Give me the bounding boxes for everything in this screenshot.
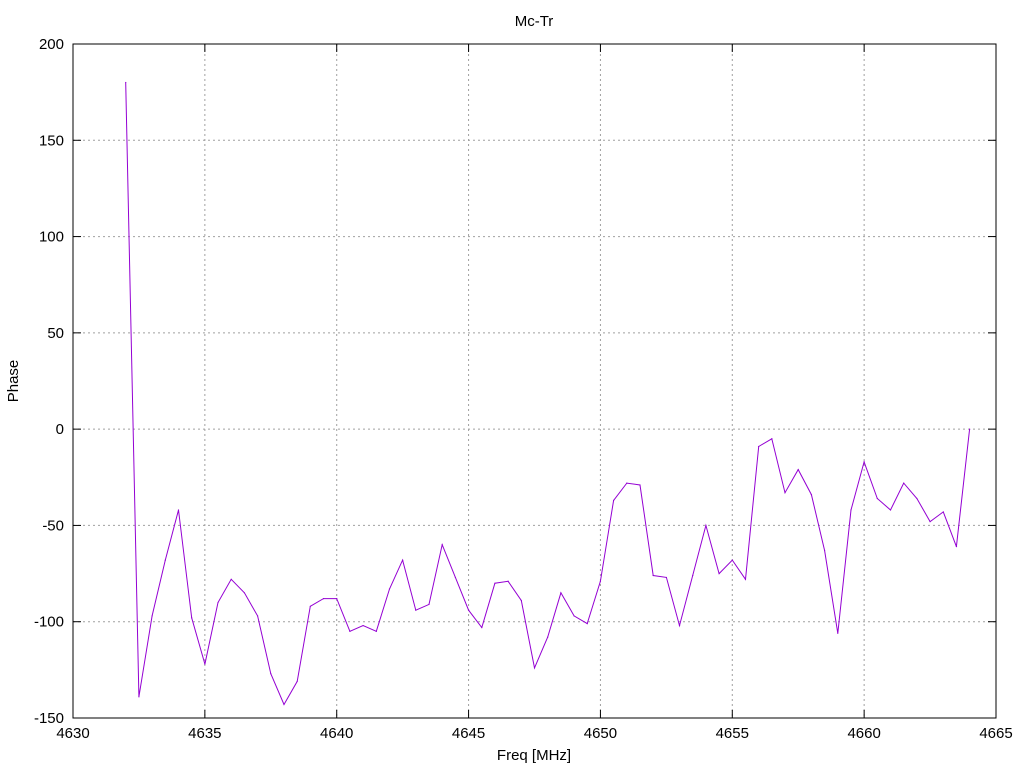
phase-data-point: [599, 580, 602, 582]
phase-data-point: [758, 445, 760, 448]
phase-data-point: [837, 632, 839, 634]
phase-data-point: [243, 592, 246, 594]
phase-data-point: [520, 599, 522, 602]
axis-ticks: 4630 4635 4640 4645 4650 4655 4660 4665 -150 -100…: [34, 36, 1013, 742]
phase-data-point: [388, 588, 391, 590]
phase-data-point: [863, 461, 865, 463]
x-tick-label: 4640: [320, 725, 353, 742]
phase-data-point: [692, 574, 694, 577]
phase-data-point: [481, 626, 483, 629]
y-tick-label: 50: [47, 325, 64, 342]
phase-data-point: [876, 497, 878, 500]
phase-data-point: [191, 617, 193, 619]
chart-title: Mc-Tr: [515, 13, 554, 30]
x-tick-label: 4665: [979, 725, 1012, 742]
phase-data-point: [402, 559, 404, 561]
phase-line-chart: 4630 4635 4640 4645 4650 4655 4660 4665 -150 -100…: [5, 13, 1013, 764]
phase-data-point: [533, 667, 536, 669]
phase-data-point: [257, 615, 259, 617]
phase-data-point: [467, 609, 470, 611]
phase-data-point: [164, 559, 166, 561]
phase-data-point: [454, 576, 456, 579]
phase-data-point: [362, 624, 364, 627]
y-tick-label: -50: [42, 517, 64, 534]
y-tick-label: -100: [34, 614, 64, 631]
phase-data-point: [903, 482, 905, 484]
phase-data-point: [955, 546, 958, 548]
phase-data-point: [428, 603, 430, 605]
y-tick-label: 0: [56, 421, 64, 438]
y-tick-label: 200: [39, 36, 64, 53]
phase-data-point: [494, 582, 496, 584]
plot-frame: [72, 43, 997, 719]
phase-data-point: [283, 703, 285, 706]
phase-data-point: [296, 680, 298, 683]
phase-series-line: [125, 82, 971, 706]
y-tick-label: -150: [34, 710, 64, 727]
phase-data-point: [573, 615, 575, 617]
phase-data-point: [718, 572, 720, 575]
phase-data-point: [322, 598, 325, 600]
phase-data-point: [586, 623, 588, 625]
x-tick-label: 4635: [188, 725, 221, 742]
phase-data-point: [823, 549, 826, 552]
phase-data-point: [217, 601, 219, 604]
phase-data-point: [705, 524, 707, 527]
phase-data-point: [204, 663, 206, 665]
phase-data-point: [810, 494, 813, 496]
y-tick-label: 150: [39, 132, 64, 149]
phase-data-point: [731, 559, 733, 561]
phase-data-point: [942, 511, 944, 513]
y-tick-label: 100: [39, 229, 64, 246]
phase-data-point: [626, 482, 628, 484]
phase-data-point: [125, 81, 127, 84]
phase-data-point: [375, 630, 377, 632]
phase-data-point: [639, 484, 641, 486]
phase-data-point: [507, 580, 509, 582]
phase-data-point: [771, 438, 773, 440]
phase-data-point: [138, 696, 140, 698]
grid-lines: [73, 44, 996, 718]
phase-data-point: [441, 544, 443, 546]
phase-data-point: [678, 624, 681, 627]
x-tick-label: 4655: [716, 725, 749, 742]
phase-data-point: [547, 636, 549, 638]
phase-data-point: [336, 598, 338, 600]
phase-data-point: [889, 509, 892, 511]
x-tick-label: 4650: [584, 725, 617, 742]
phase-data-point: [613, 499, 615, 501]
x-axis-label: Freq [MHz]: [497, 747, 571, 764]
series-layer: [125, 81, 971, 706]
phase-data-point: [916, 497, 918, 500]
phase-data-point: [744, 578, 747, 580]
phase-data-point: [560, 592, 562, 594]
phase-data-point: [850, 509, 852, 511]
phase-data-point: [177, 509, 180, 511]
phase-data-point: [349, 630, 351, 632]
x-tick-label: 4630: [56, 725, 89, 742]
x-tick-label: 4645: [452, 725, 485, 742]
y-axis-label: Phase: [5, 360, 22, 403]
phase-data-point: [230, 578, 232, 580]
phase-data-point: [969, 428, 971, 430]
phase-data-point: [665, 576, 667, 579]
phase-data-point: [309, 605, 311, 607]
phase-data-point: [929, 520, 931, 523]
phase-data-point: [784, 492, 786, 494]
phase-data-point: [797, 468, 799, 471]
phase-data-point: [270, 673, 272, 675]
phase-data-point: [151, 615, 153, 617]
x-tick-label: 4660: [847, 725, 880, 742]
phase-data-point: [652, 574, 654, 577]
phase-data-point: [415, 609, 417, 611]
